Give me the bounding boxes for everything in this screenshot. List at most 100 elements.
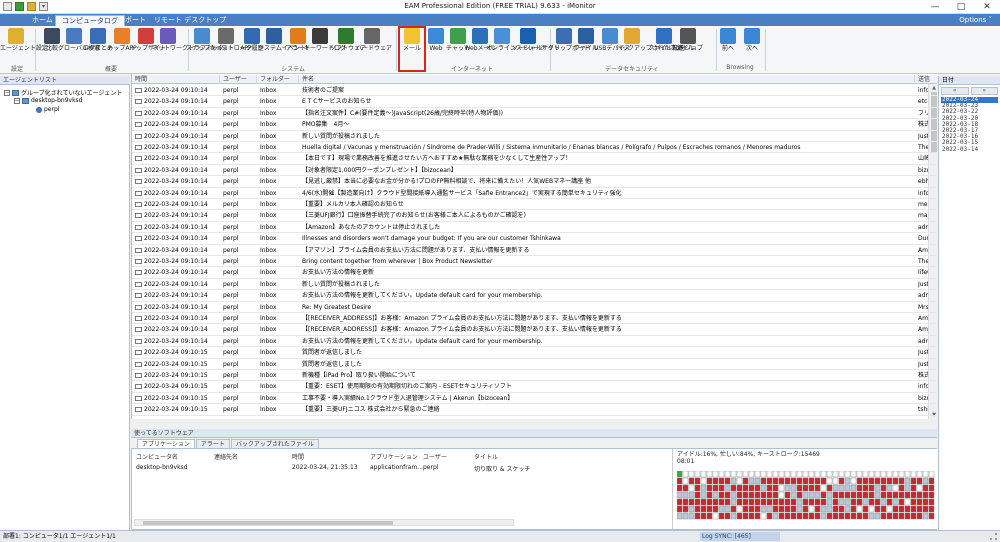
cell-text: 2022-03-24 09:10:14	[144, 178, 208, 186]
col-application[interactable]: アプリケーション	[370, 452, 418, 461]
cell-text: 【[RECEIVER_ADDRESS]】お客様：Amazon プライム会員のお支…	[302, 315, 622, 322]
table-row[interactable]: 2022-03-24 09:10:14 perpl Inbox E T Cサービスのお…	[132, 96, 937, 108]
table-row[interactable]: 2022-03-24 09:10:14 perpl Inbox Bring conte…	[132, 256, 937, 268]
table-row[interactable]: 2022-03-24 09:10:14 perpl Inbox 【重要】メルカリ本人確…	[132, 199, 937, 211]
activity-cell	[880, 477, 887, 485]
activity-cell	[910, 484, 917, 492]
print-job-button[interactable]: 印刷ジョブ	[673, 28, 703, 52]
date-prev-button[interactable]: «	[941, 87, 969, 95]
column-header-subject[interactable]: 件名	[299, 75, 915, 84]
col-computer[interactable]: コンピュータ名	[136, 452, 178, 461]
cell-folder: Inbox	[260, 176, 299, 187]
keyword-log-button[interactable]: キーワードログ	[304, 28, 346, 52]
activity-cell	[724, 505, 731, 513]
hardware-button[interactable]: ハードウェア	[356, 28, 392, 52]
tree-item-group[interactable]: − グループ化されていないエージェント	[4, 88, 122, 97]
table-row[interactable]: 2022-03-24 09:10:14 perpl Inbox 新しい質問が投稿されま…	[132, 279, 937, 291]
table-row[interactable]: 2022-03-24 09:10:15 perpl Inbox 質問者が返信しました J…	[132, 359, 937, 370]
activity-cell	[910, 491, 917, 499]
column-header-user[interactable]: ユーザー	[220, 75, 257, 84]
table-row[interactable]: 2022-03-24 09:10:14 perpl Inbox 技術者のご提案 info…	[132, 85, 937, 97]
date-next-button[interactable]: »	[970, 87, 998, 95]
table-row[interactable]: 2022-03-24 09:10:14 perpl Inbox 【対象者限定1,000…	[132, 165, 937, 177]
table-row[interactable]: 2022-03-24 09:10:14 perpl Inbox お支払い方法の情報を更…	[132, 267, 937, 279]
tab-applications[interactable]: アプリケーション	[137, 439, 195, 448]
cell-folder: Inbox	[260, 347, 299, 358]
column-header-from[interactable]: 送信	[915, 75, 937, 84]
table-row[interactable]: 2022-03-24 09:10:14 perpl Inbox 【[RECEIVER_…	[132, 313, 937, 325]
activity-cell	[880, 484, 887, 492]
app-row-computer[interactable]: desktop-bn9vksd	[136, 464, 188, 471]
cell-from: Ama	[918, 324, 928, 335]
ribbon-toolbar: 設定 概要 システム インターネット データセキュリティ Browsing エー…	[0, 26, 1000, 74]
activity-cell	[880, 491, 887, 499]
table-row[interactable]: 2022-03-24 09:10:14 perpl Inbox 4/6(水)開催【製造…	[132, 188, 937, 199]
group-icon	[12, 89, 19, 96]
activity-cell	[802, 491, 809, 499]
tab-backup-files[interactable]: バックアップされたファイル	[230, 439, 319, 448]
activity-cell	[826, 491, 833, 499]
activity-cell	[736, 484, 743, 492]
table-row[interactable]: 2022-03-24 09:10:14 perpl Inbox お支払い方法の情報を更…	[132, 290, 937, 302]
activity-cell	[814, 471, 821, 478]
cell-user: perpl	[223, 210, 257, 221]
table-row[interactable]: 2022-03-24 09:10:14 perpl Inbox お支払い方法の情報を更…	[132, 336, 937, 348]
table-row[interactable]: 2022-03-24 09:10:14 perpl Inbox 【アマゾン】プライム会…	[132, 245, 937, 256]
tree-item-computer[interactable]: − desktop-bn9vksd	[14, 97, 83, 104]
table-row[interactable]: 2022-03-24 09:10:14 perpl Inbox 【見逃し厳禁】本当に必…	[132, 176, 937, 188]
table-row[interactable]: 2022-03-24 09:10:14 perpl Inbox 【[RECEIVER_…	[132, 324, 937, 336]
social-site-button[interactable]: ソーシャルサイト	[512, 28, 560, 52]
table-row[interactable]: 2022-03-24 09:10:15 perpl Inbox 質問者が返信しました J…	[132, 347, 937, 359]
column-header-folder[interactable]: フォルダー	[257, 75, 299, 84]
activity-summary: アイドル:16%, 忙しい:84%, キーストローク:15469	[677, 451, 820, 458]
table-row[interactable]: 2022-03-24 09:10:14 perpl Inbox 【三菱UFJ銀行】口座…	[132, 210, 937, 222]
table-row[interactable]: 2022-03-24 09:10:14 perpl Inbox Huella digi…	[132, 142, 937, 154]
online-storage-button[interactable]: オンラインストレージ	[486, 28, 546, 52]
agent-settings-button[interactable]: エージェント設定	[0, 28, 48, 52]
activity-cell	[922, 484, 929, 492]
table-row[interactable]: 2022-03-24 09:10:14 perpl Inbox Re: My Grea…	[132, 302, 937, 313]
table-row[interactable]: 2022-03-24 09:10:14 perpl Inbox 新しい質問が投稿されま…	[132, 131, 937, 142]
date-item[interactable]: 2022-03-14	[939, 146, 1000, 153]
tree-item-user[interactable]: perpl	[36, 106, 59, 113]
options-menu[interactable]: Options ˅	[959, 15, 992, 26]
resize-grip[interactable]	[990, 533, 997, 540]
software-button[interactable]: ソフトウェア	[330, 28, 366, 52]
table-row[interactable]: 2022-03-24 09:10:14 perpl Inbox Illnesses a…	[132, 233, 937, 245]
network-traffic-button[interactable]: ネットワークトラフィック	[152, 28, 224, 52]
col-time[interactable]: 時間	[292, 452, 304, 461]
table-row[interactable]: 2022-03-24 09:10:15 perpl Inbox 【重要】三菱UFJニコ…	[132, 404, 937, 416]
activity-cell	[916, 471, 923, 478]
close-button[interactable]: ✕	[974, 0, 1000, 14]
activity-cell	[784, 505, 791, 513]
collapse-icon[interactable]: −	[4, 89, 10, 96]
table-row[interactable]: 2022-03-24 09:10:15 perpl Inbox 【重要：ESET】使用…	[132, 381, 937, 393]
tab-home[interactable]: ホーム	[26, 15, 59, 26]
collapse-icon[interactable]: −	[14, 97, 20, 104]
keystroke-button[interactable]: キーストローク	[210, 28, 252, 52]
cell-folder: Inbox	[260, 324, 299, 335]
hardware-icon	[364, 28, 380, 44]
column-header-time[interactable]: 時間	[132, 75, 220, 84]
col-user[interactable]: ユーザー	[423, 452, 447, 461]
activity-cell	[856, 491, 863, 499]
table-row[interactable]: 2022-03-24 09:10:14 perpl Inbox 【指名注文案件】C#(…	[132, 108, 937, 120]
table-row[interactable]: 2022-03-24 09:10:15 perpl Inbox 新機種【iPad Pr…	[132, 370, 937, 382]
col-title[interactable]: タイトル	[474, 452, 498, 461]
tab-alerts[interactable]: アラート	[195, 439, 230, 448]
cell-time: 2022-03-24 09:10:14	[135, 108, 220, 119]
table-row[interactable]: 2022-03-24 09:10:14 perpl Inbox 【本日です】現場で業務…	[132, 153, 937, 165]
horizontal-scrollbar[interactable]	[134, 519, 514, 526]
table-row[interactable]: 2022-03-24 09:10:14 perpl Inbox PMO募集 4月～ 株式	[132, 119, 937, 131]
table-row[interactable]: 2022-03-24 09:10:15 perpl Inbox 工事不要・導入実績No…	[132, 393, 937, 405]
mail-icon	[135, 179, 142, 185]
date-pane-header: 日付	[939, 76, 1000, 85]
next-button[interactable]: 次へ	[740, 28, 764, 52]
minimize-button[interactable]: —	[922, 0, 948, 14]
tab-report[interactable]: レポート	[112, 15, 152, 26]
tab-remote-desktop[interactable]: リモート デスクトップ	[148, 15, 232, 26]
table-row[interactable]: 2022-03-24 09:10:14 perpl Inbox 【Amazon】あなた…	[132, 222, 937, 234]
backup-files-button[interactable]: バックアップされたファイル	[616, 28, 694, 52]
maximize-button[interactable]: □	[948, 0, 974, 14]
col-contact[interactable]: 連絡先名	[214, 452, 238, 461]
